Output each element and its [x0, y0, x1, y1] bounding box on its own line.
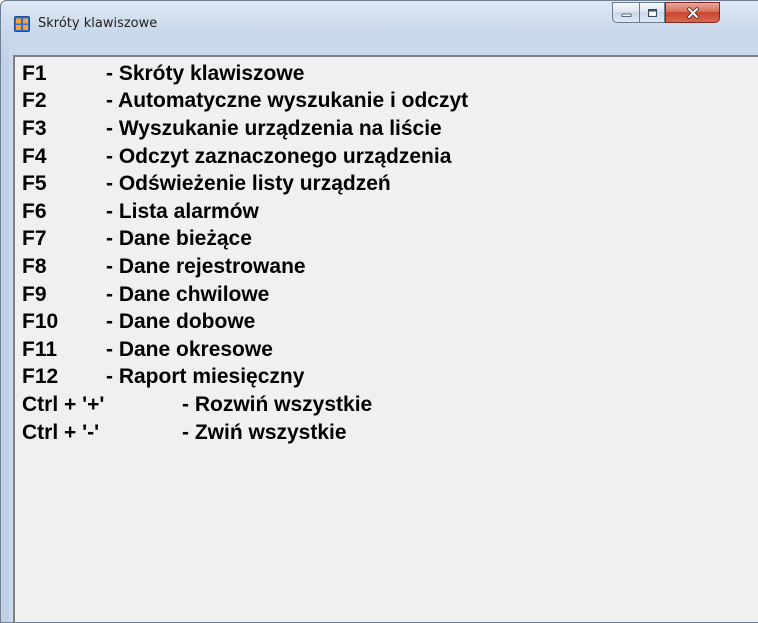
- shortcut-row-f2: F2 - Automatyczne wyszukanie i odczyt: [22, 88, 468, 116]
- shortcut-row-f5: F5 - Odświeżenie listy urządzeń: [22, 170, 468, 198]
- shortcut-key: F10: [22, 310, 59, 334]
- close-button[interactable]: [665, 2, 720, 23]
- shortcut-description: - Raport miesięczny: [106, 365, 305, 389]
- shortcut-key: F7: [22, 227, 47, 251]
- shortcut-description: - Wyszukanie urządzenia na liście: [106, 116, 442, 140]
- shortcut-description: - Dane rejestrowane: [106, 254, 306, 278]
- shortcut-row-f11: F11 - Dane okresowe: [22, 336, 468, 364]
- shortcut-description: - Zwiń wszystkie: [182, 420, 347, 444]
- shortcut-description: - Dane chwilowe: [106, 282, 270, 306]
- shortcut-key: F9: [22, 282, 47, 306]
- shortcut-description: - Skróty klawiszowe: [106, 61, 305, 85]
- shortcut-description: - Lista alarmów: [106, 199, 259, 223]
- window-title: Skróty klawiszowe: [38, 16, 158, 31]
- maximize-button[interactable]: [639, 2, 665, 23]
- shortcut-key: F11: [22, 337, 58, 361]
- shortcut-row-f9: F9 - Dane chwilowe: [22, 281, 468, 309]
- shortcut-key: F4: [22, 144, 47, 168]
- shortcut-key: F2: [22, 89, 47, 113]
- shortcut-row-f12: F12 - Raport miesięczny: [22, 364, 468, 392]
- shortcut-description: - Odświeżenie listy urządzeń: [106, 172, 391, 196]
- shortcut-row-ctrl-minus: Ctrl + '-' - Zwiń wszystkie: [22, 419, 468, 447]
- shortcut-key: Ctrl + '-': [22, 420, 100, 444]
- shortcut-description: - Odczyt zaznaczonego urządzenia: [106, 144, 452, 168]
- shortcut-key: F1: [22, 61, 47, 85]
- shortcut-row-f7: F7 - Dane bieżące: [22, 226, 468, 254]
- shortcut-row-f10: F10 - Dane dobowe: [22, 308, 468, 336]
- caption-buttons: [612, 2, 720, 26]
- shortcut-description: - Automatyczne wyszukanie i odczyt: [106, 89, 469, 113]
- shortcut-key: F6: [22, 199, 47, 223]
- shortcut-row-f6: F6 - Lista alarmów: [22, 198, 468, 226]
- shortcut-key: F3: [22, 116, 47, 140]
- minimize-button[interactable]: [612, 2, 639, 23]
- shortcut-key: Ctrl + '+': [22, 392, 105, 416]
- shortcut-key: F8: [22, 254, 47, 278]
- shortcut-list: F1 - Skróty klawiszowe F2 - Automatyczne…: [22, 60, 468, 446]
- shortcut-row-f3: F3 - Wyszukanie urządzenia na liście: [22, 115, 468, 143]
- app-window-icon[interactable]: [14, 16, 30, 32]
- shortcut-row-f4: F4 - Odczyt zaznaczonego urządzenia: [22, 143, 468, 171]
- shortcut-description: - Dane bieżące: [106, 227, 252, 251]
- shortcuts-window: Skróty klawiszowe F1 - Skróty klawiszowe…: [0, 0, 758, 623]
- shortcut-description: - Rozwiń wszystkie: [182, 392, 373, 416]
- shortcut-description: - Dane dobowe: [106, 310, 256, 334]
- shortcut-description: - Dane okresowe: [106, 337, 273, 361]
- shortcut-row-ctrl-plus: Ctrl + '+' - Rozwiń wszystkie: [22, 391, 468, 419]
- maximize-icon: [647, 8, 657, 17]
- close-icon: [686, 6, 699, 19]
- minimize-icon: [621, 13, 631, 17]
- shortcut-key: F5: [22, 172, 47, 196]
- shortcut-row-f8: F8 - Dane rejestrowane: [22, 253, 468, 281]
- shortcut-row-f1: F1 - Skróty klawiszowe: [22, 60, 468, 88]
- shortcut-key: F12: [22, 365, 59, 389]
